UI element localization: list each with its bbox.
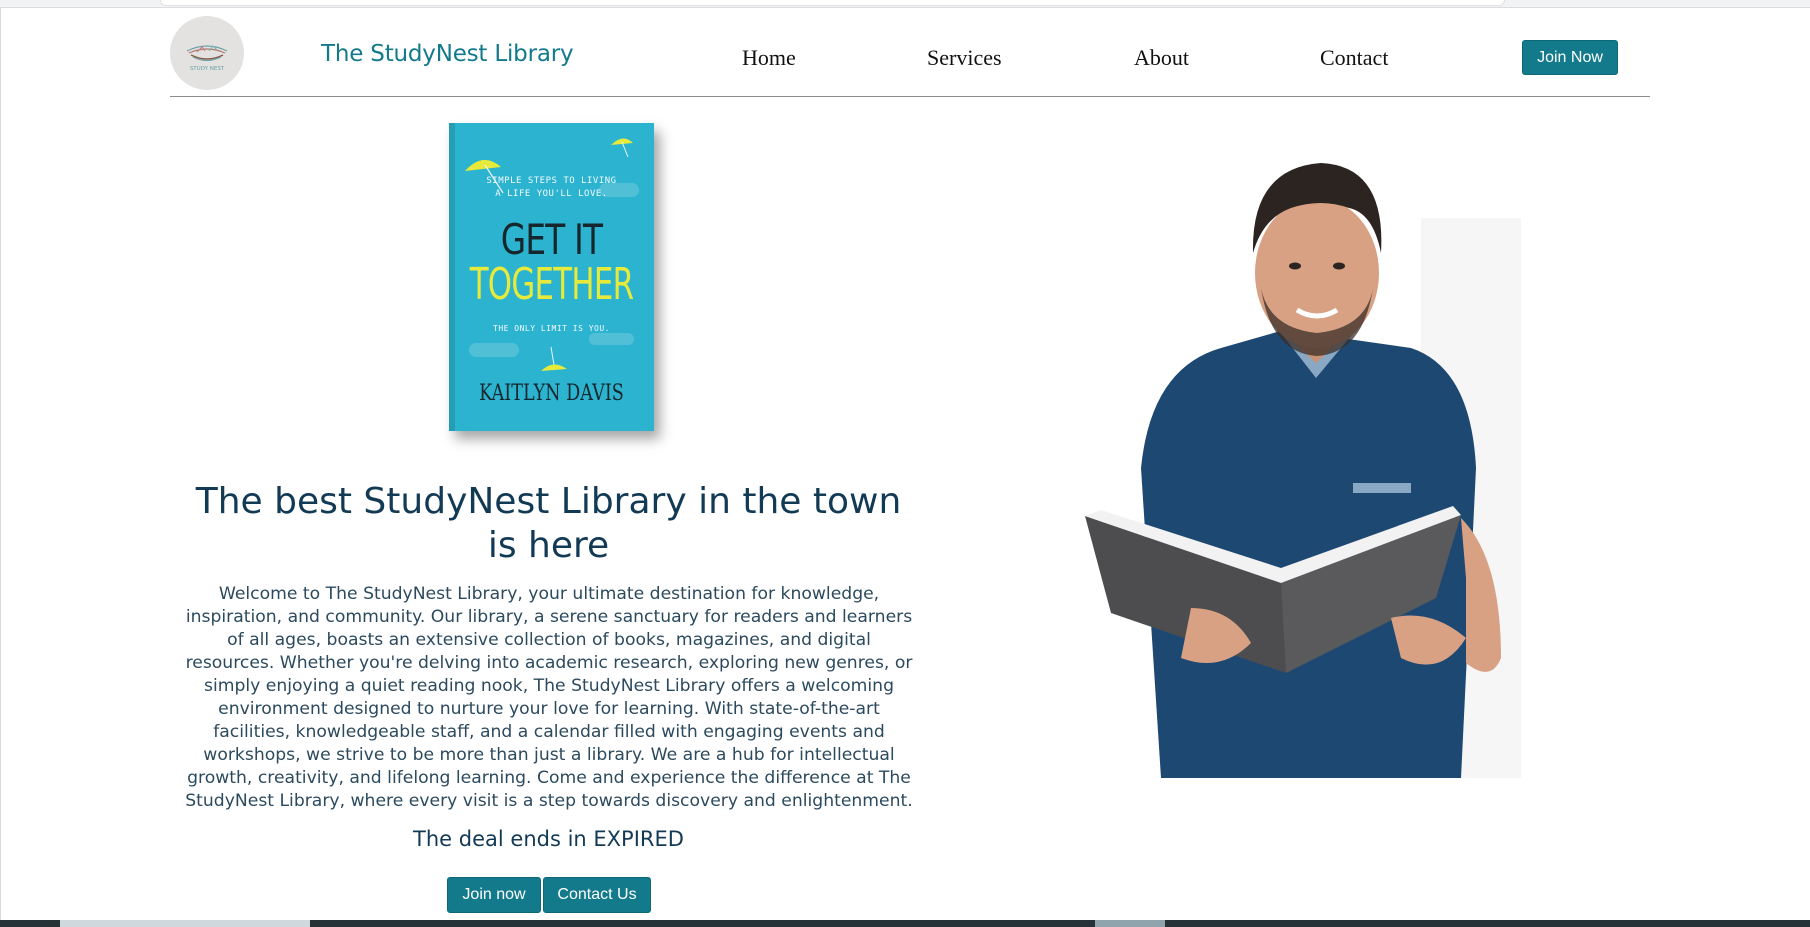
- taskbar-segment: [60, 920, 310, 927]
- book-cover-image: SIMPLE STEPS TO LIVING A LIFE YOU'LL LOV…: [449, 123, 654, 431]
- page: STUDY NEST The StudyNest Library Home Se…: [0, 8, 1810, 920]
- book-title-line-1: GET IT: [500, 215, 603, 264]
- book-spine: [449, 123, 455, 431]
- hero-description: Welcome to The StudyNest Library, your u…: [185, 584, 913, 811]
- nav-home[interactable]: Home: [742, 45, 796, 71]
- book-tagline: SIMPLE STEPS TO LIVING: [486, 176, 617, 186]
- contact-us-button[interactable]: Contact Us: [543, 877, 651, 913]
- join-now-button[interactable]: Join now: [447, 877, 541, 913]
- man-reading-photo: [1085, 163, 1521, 778]
- site-logo[interactable]: STUDY NEST: [170, 16, 244, 90]
- book-tagline: A LIFE YOU'LL LOVE.: [495, 189, 608, 199]
- book-author: KAITLYN DAVIS: [479, 381, 624, 406]
- browser-tab-edge: [160, 0, 1505, 6]
- shirt-pocket: [1353, 483, 1411, 493]
- nav-services[interactable]: Services: [927, 45, 1002, 71]
- cloud-shape: [469, 343, 519, 357]
- join-now-header-button[interactable]: Join Now: [1522, 40, 1618, 75]
- nav-about[interactable]: About: [1134, 45, 1189, 71]
- book-subtitle: THE ONLY LIMIT IS YOU.: [493, 324, 610, 333]
- taskbar-edge: [0, 920, 1810, 927]
- deal-countdown: The deal ends in EXPIRED: [413, 827, 684, 851]
- hero-headline: The best StudyNest Library in the town i…: [195, 481, 902, 566]
- eye: [1333, 262, 1345, 270]
- nest-logo-icon: STUDY NEST: [186, 45, 228, 72]
- umbrella-icon: [541, 346, 567, 371]
- header-divider: [170, 96, 1650, 97]
- brand-name[interactable]: The StudyNest Library: [321, 41, 574, 67]
- book-title-line-2: TOGETHER: [469, 259, 634, 310]
- eye: [1289, 262, 1301, 270]
- umbrella-icon: [611, 138, 633, 158]
- nav-contact[interactable]: Contact: [1320, 45, 1388, 71]
- taskbar-segment: [1095, 920, 1165, 927]
- logo-text: STUDY NEST: [190, 66, 225, 72]
